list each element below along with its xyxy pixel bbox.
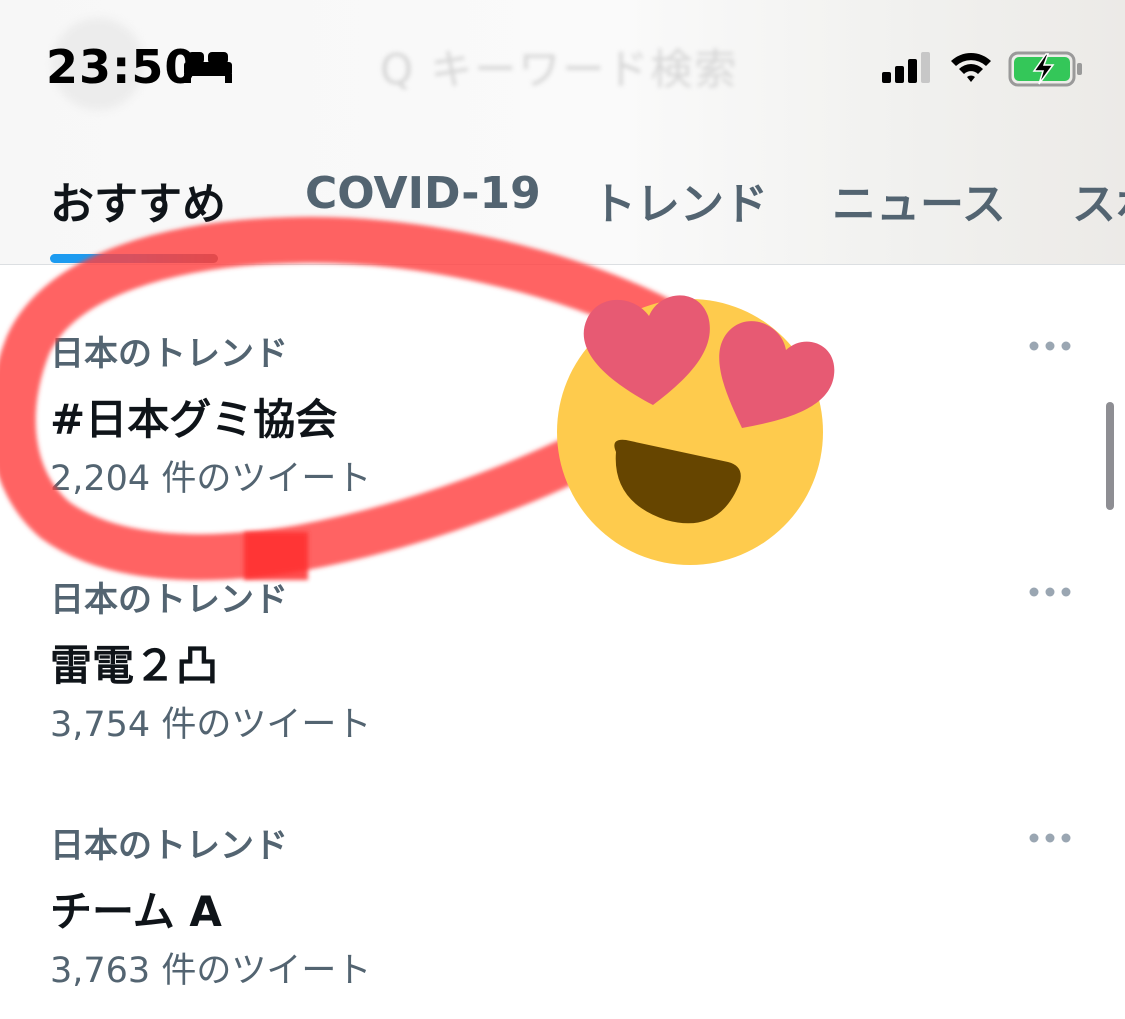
trend-tweet-count: 3,754 件のツイート <box>50 705 372 745</box>
tab-bar: おすすめ COVID-19 トレンド ニュース スポ <box>0 168 1125 238</box>
trend-title: 雷電２凸 <box>50 641 219 690</box>
trend-tweet-count: 2,204 件のツイート <box>50 459 372 499</box>
trend-title: #日本グミ協会 <box>50 395 338 444</box>
status-time: 23:50 <box>46 40 198 94</box>
search-placeholder[interactable]: Q キーワード検索 <box>380 36 738 97</box>
header-divider <box>0 264 1125 265</box>
trend-title: チーム A <box>50 887 222 936</box>
scrollbar[interactable] <box>1106 402 1114 510</box>
trend-item[interactable]: 日本のトレンド #日本グミ協会 2,204 件のツイート <box>0 320 1125 520</box>
cellular-signal-icon <box>882 52 930 83</box>
trend-category: 日本のトレンド <box>50 826 288 866</box>
trend-category: 日本のトレンド <box>50 580 288 620</box>
more-options-icon[interactable] <box>1028 828 1072 848</box>
active-tab-indicator <box>50 254 218 263</box>
trend-tweet-count: 3,763 件のツイート <box>50 951 372 991</box>
trend-item[interactable]: 日本のトレンド 雷電２凸 3,754 件のツイート <box>0 566 1125 766</box>
trend-category: 日本のトレンド <box>50 334 288 374</box>
battery-charging-icon <box>1008 51 1082 87</box>
tab-sports[interactable]: スポ <box>1072 168 1125 232</box>
more-options-icon[interactable] <box>1028 582 1072 602</box>
tab-recommended[interactable]: おすすめ <box>50 168 226 232</box>
tab-news[interactable]: ニュース <box>832 168 1006 232</box>
bed-icon <box>184 52 232 83</box>
more-options-icon[interactable] <box>1028 336 1072 356</box>
trend-item[interactable]: 日本のトレンド チーム A 3,763 件のツイート <box>0 812 1125 1012</box>
wifi-icon <box>951 53 991 82</box>
tab-trends[interactable]: トレンド <box>592 168 768 232</box>
tab-covid-19[interactable]: COVID-19 <box>305 168 541 219</box>
